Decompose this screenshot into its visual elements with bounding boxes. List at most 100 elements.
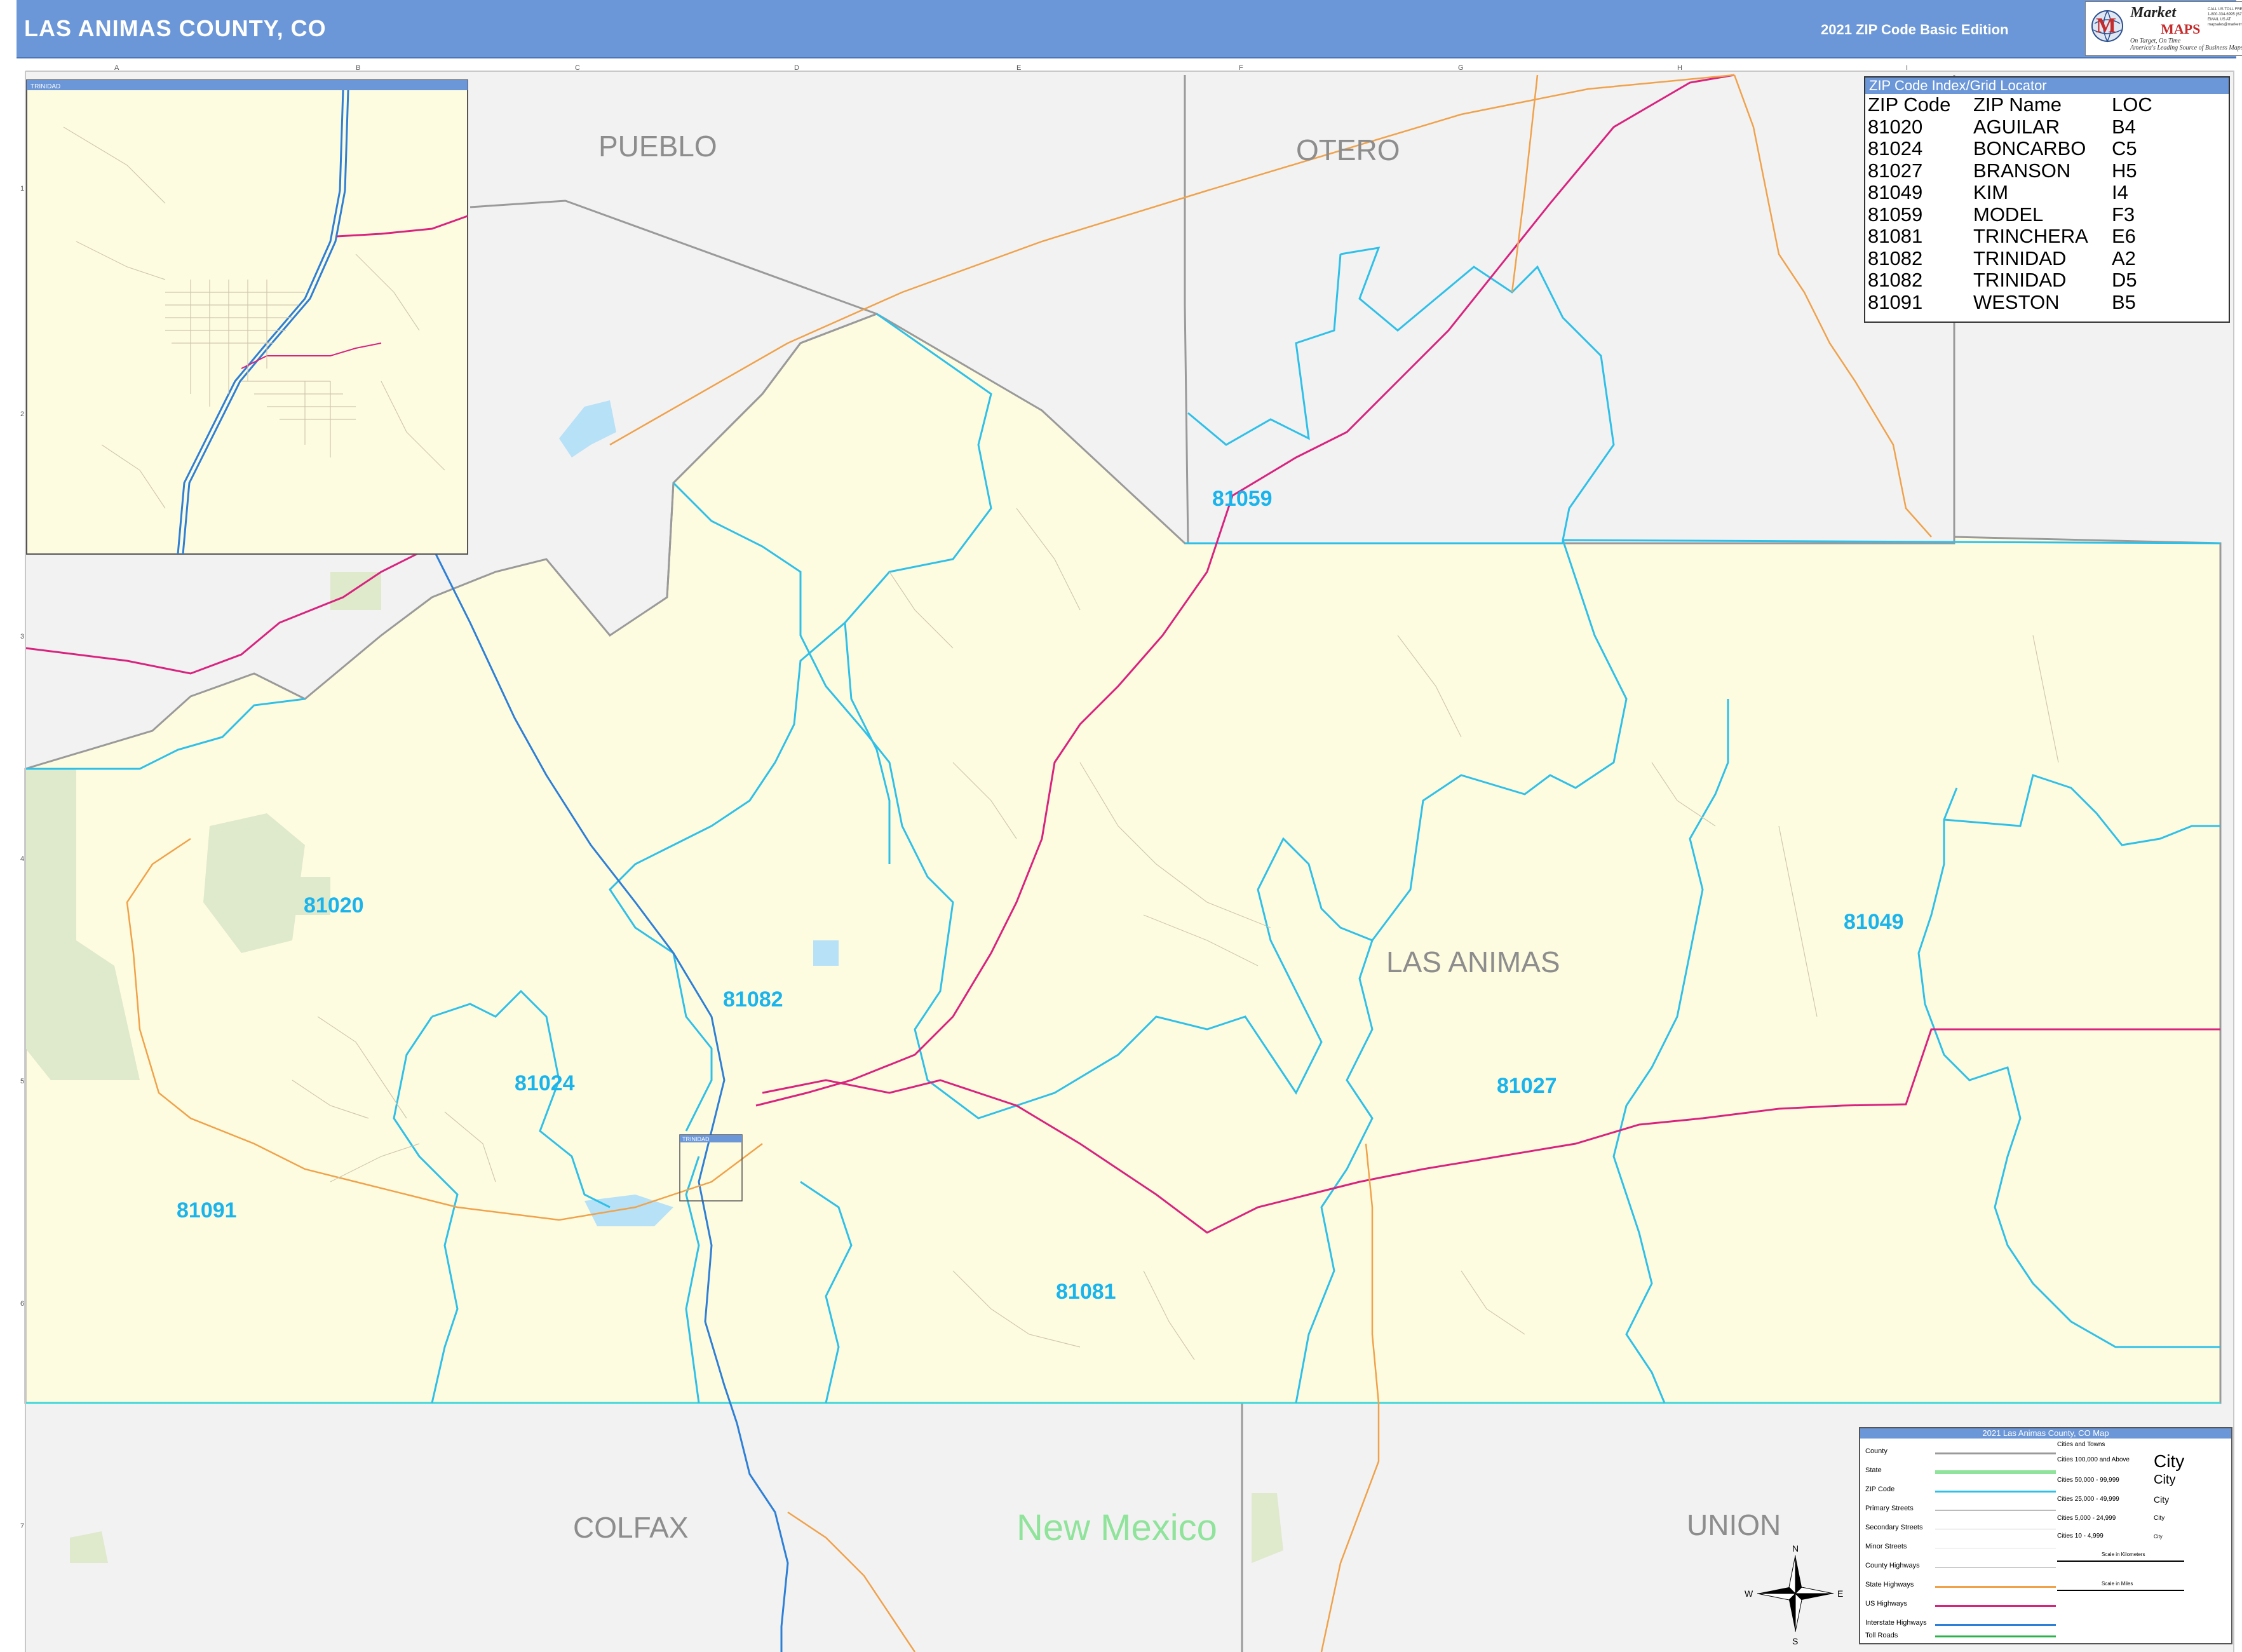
globe-logo-icon: M (2091, 10, 2123, 43)
loc-cell: D5 (2112, 269, 2137, 291)
legend-city-sample-4: City (2154, 1515, 2165, 1522)
svg-text:D: D (794, 64, 799, 72)
logo-name-market: Market (2130, 4, 2176, 21)
pueblo-label: PUEBLO (598, 130, 717, 163)
union-label: UNION (1687, 1508, 1781, 1541)
zip-label-81082[interactable]: 81082 (723, 987, 783, 1012)
legend-city-range-4: Cities 5,000 - 24,999 (2057, 1515, 2116, 1522)
colfax-label: COLFAX (573, 1511, 689, 1544)
legend-item-toll: Toll Roads (1865, 1632, 1898, 1639)
svg-text:I: I (1906, 64, 1908, 72)
table-row[interactable]: 81081 TRINCHERA E6 (1868, 225, 2188, 248)
loc-cell: F3 (2112, 203, 2135, 226)
loc-cell: E6 (2112, 225, 2136, 247)
table-row[interactable]: 81027 BRANSON H5 (1868, 159, 2188, 182)
grid-row-labels: 1 2 3 4 5 6 7 (20, 185, 24, 1530)
new-mexico-label: New Mexico (1016, 1507, 1217, 1548)
zip-name-cell: TRINIDAD (1973, 247, 2067, 269)
zip-name-cell: BRANSON (1973, 159, 2071, 182)
zip-label-81081[interactable]: 81081 (1056, 1280, 1116, 1304)
svg-text:H: H (1677, 64, 1682, 72)
legend-city-range-3: Cities 25,000 - 49,999 (2057, 1496, 2119, 1503)
zip-label-81091[interactable]: 81091 (177, 1198, 237, 1222)
svg-text:3: 3 (20, 633, 24, 640)
legend-city-sample-5: City (2154, 1534, 2163, 1540)
svg-text:6: 6 (20, 1300, 24, 1308)
svg-text:2: 2 (20, 410, 24, 418)
legend-cities-title: Cities and Towns (2057, 1441, 2105, 1448)
zip-index-table: ZIP Code ZIP Name LOC 81020 AGUILAR B4 810… (1868, 93, 2188, 314)
zip-name-cell: TRINIDAD (1973, 269, 2067, 291)
legend-item-county: County (1865, 1447, 1887, 1455)
header-zip-code: ZIP Code (1868, 93, 1951, 116)
legend-item-state: State (1865, 1466, 1882, 1474)
zip-name-cell: BONCARBO (1973, 137, 2086, 159)
zip-index-title: ZIP Code Index/Grid Locator (1865, 78, 2229, 94)
zip-name-cell: WESTON (1973, 290, 2060, 313)
logo-subtitle: America's Leading Source of Business Map… (2130, 44, 2242, 51)
table-row[interactable]: 81049 KIM I4 (1868, 181, 2188, 204)
zip-cell: 81024 (1868, 137, 1923, 159)
svg-text:B: B (356, 64, 360, 72)
legend-item-secondary: Secondary Streets (1865, 1524, 1923, 1531)
map-title: LAS ANIMAS COUNTY, CO (24, 15, 327, 41)
trinidad-inset[interactable]: TRINIDAD (26, 79, 468, 555)
svg-text:A: A (114, 64, 119, 72)
loc-cell: H5 (2112, 159, 2137, 182)
zip-label-81020[interactable]: 81020 (304, 893, 364, 917)
zip-name-cell: TRINCHERA (1973, 225, 2088, 247)
logo-tagline-text: On Target, On Time (2130, 37, 2181, 44)
legend-city-sample-1: City (2154, 1451, 2185, 1471)
legend-item-county-hwy: County Highways (1865, 1562, 1920, 1569)
legend-item-zip: ZIP Code (1865, 1486, 1895, 1493)
legend-title: 2021 Las Animas County, CO Map (1860, 1428, 2231, 1439)
legend-item-state-hwy: State Highways (1865, 1581, 1914, 1588)
legend-city-range-5: Cities 10 - 4,999 (2057, 1533, 2104, 1540)
legend-city-sample-3: City (2154, 1494, 2170, 1505)
svg-text:G: G (1458, 64, 1464, 72)
svg-text:5: 5 (20, 1078, 24, 1085)
zip-label-81059[interactable]: 81059 (1212, 487, 1273, 511)
logo-tagline: On Target, On Time America's Leading Sour… (2130, 37, 2242, 51)
scale-km-label: Scale in Kilometers (2102, 1552, 2145, 1557)
legend-item-us-hwy: US Highways (1865, 1600, 1908, 1608)
svg-text:E: E (1837, 1588, 1843, 1599)
legend-city-sample-2: City (2154, 1473, 2176, 1487)
svg-text:S: S (1792, 1636, 1798, 1646)
market-maps-logo[interactable]: M Market MAPS On Target, On Time America'… (2085, 1, 2242, 56)
table-row[interactable]: 81020 AGUILAR B4 (1868, 116, 2188, 139)
zip-name-cell: MODEL (1973, 203, 2044, 226)
zip-cell: 81059 (1868, 203, 1923, 226)
table-row[interactable]: 81024 BONCARBO C5 (1868, 137, 2188, 160)
header-zip-name: ZIP Name (1973, 93, 2062, 116)
svg-text:C: C (575, 64, 580, 72)
zip-name-cell: KIM (1973, 181, 2009, 203)
zip-label-81024[interactable]: 81024 (515, 1071, 575, 1095)
scale-km-bar (2057, 1561, 2184, 1562)
table-row[interactable]: 81082 TRINIDAD A2 (1868, 247, 2188, 270)
zip-label-81049[interactable]: 81049 (1844, 910, 1904, 934)
zip-cell: 81082 (1868, 269, 1923, 291)
table-row[interactable]: 81059 MODEL F3 (1868, 203, 2188, 226)
zip-label-81027[interactable]: 81027 (1497, 1074, 1557, 1098)
loc-cell: C5 (2112, 137, 2137, 159)
legend-item-minor: Minor Streets (1865, 1543, 1907, 1550)
table-row[interactable]: 81082 TRINIDAD D5 (1868, 269, 2188, 292)
zip-cell: 81049 (1868, 181, 1923, 203)
legend-city-range-2: Cities 50,000 - 99,999 (2057, 1477, 2119, 1484)
zip-name-cell: AGUILAR (1973, 115, 2060, 138)
loc-cell: B4 (2112, 115, 2136, 138)
legend-item-primary: Primary Streets (1865, 1505, 1914, 1512)
inset-title: TRINIDAD (30, 83, 60, 90)
zip-cell: 81091 (1868, 290, 1923, 313)
loc-cell: B5 (2112, 290, 2136, 313)
map-header: LAS ANIMAS COUNTY, CO 2021 ZIP Code Basi… (17, 0, 2242, 58)
svg-text:4: 4 (20, 855, 24, 863)
svg-text:N: N (1792, 1543, 1799, 1554)
zip-cell: 81027 (1868, 159, 1923, 182)
svg-text:1: 1 (20, 185, 24, 193)
map-legend: 2021 Las Animas County, CO Map County St… (1859, 1427, 2232, 1644)
table-row[interactable]: 81091 WESTON B5 (1868, 290, 2188, 314)
loc-cell: I4 (2112, 181, 2128, 203)
logo-contact: CALL US TOLL FREE 1-800-334-6995 (6277) … (2208, 8, 2242, 27)
